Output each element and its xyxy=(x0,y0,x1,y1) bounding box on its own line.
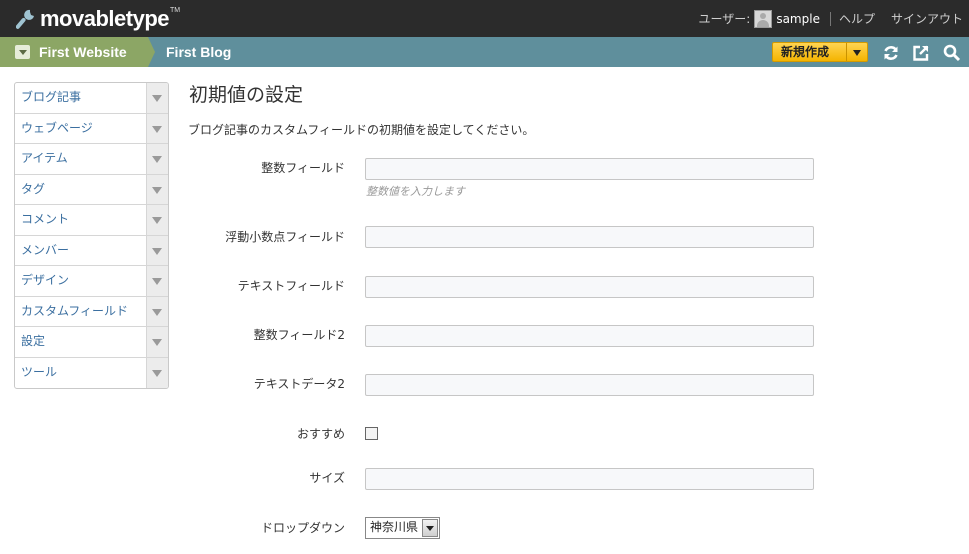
chevron-down-icon[interactable] xyxy=(146,205,168,235)
movabletype-logo[interactable]: movabletype TM xyxy=(16,5,180,33)
new-create-button[interactable]: 新規作成 xyxy=(772,42,868,62)
sidebar-item-label[interactable]: メンバー xyxy=(21,236,69,265)
top-bar: movabletype TM ユーザー: sample ヘルプ サインアウト xyxy=(0,0,969,37)
wrench-logo-icon xyxy=(16,9,34,29)
sidebar-item-label[interactable]: 設定 xyxy=(21,327,45,356)
dropdown-field-label: ドロップダウン xyxy=(260,521,345,535)
user-avatar-icon[interactable] xyxy=(754,9,773,28)
text-field-input[interactable] xyxy=(365,276,814,298)
sidebar-item-label[interactable]: ツール xyxy=(21,358,57,387)
sidebar-item-settings[interactable]: 設定 xyxy=(15,327,168,358)
dropdown-selected-value: 神奈川県 xyxy=(370,520,419,534)
integer2-field-label: 整数フィールド2 xyxy=(253,328,345,342)
signout-link[interactable]: サインアウト xyxy=(891,10,963,27)
integer-field-hint: 整数値を入力します xyxy=(366,185,465,198)
breadcrumb-arrow xyxy=(148,37,155,67)
refresh-icon[interactable] xyxy=(882,44,900,62)
size-field-label: サイズ xyxy=(309,471,345,485)
context-nav-bar: First Website First Blog 新規作成 xyxy=(0,37,969,67)
sidebar-item-comments[interactable]: コメント xyxy=(15,205,168,236)
chevron-down-icon[interactable] xyxy=(146,266,168,296)
chevron-down-icon[interactable] xyxy=(146,235,168,265)
chevron-down-icon[interactable] xyxy=(146,327,168,357)
divider xyxy=(829,11,831,26)
logo-text: movabletype xyxy=(40,6,170,31)
user-area: ユーザー: sample ヘルプ サインアウト xyxy=(699,0,963,37)
sidebar-item-label[interactable]: ブログ記事 xyxy=(21,83,81,112)
chevron-down-icon[interactable] xyxy=(422,519,438,537)
chevron-down-icon[interactable] xyxy=(146,296,168,326)
external-link-icon[interactable] xyxy=(912,44,930,62)
sidebar-item-label[interactable]: デザイン xyxy=(21,266,69,295)
sidebar-item-web-pages[interactable]: ウェブページ xyxy=(15,113,168,144)
sidebar-item-tags[interactable]: タグ xyxy=(15,174,168,205)
float-field-label: 浮動小数点フィールド xyxy=(225,230,345,244)
user-label: ユーザー: xyxy=(698,12,751,26)
help-link[interactable]: ヘルプ xyxy=(839,10,875,27)
user-name-link[interactable]: sample xyxy=(776,12,820,26)
website-name[interactable]: First Website xyxy=(39,37,127,67)
sidebar-menu: ブログ記事 ウェブページ アイテム タグ コメント メンバー デザイン カスタム… xyxy=(14,82,169,389)
page-description: ブログ記事のカスタムフィールドの初期値を設定してください。 xyxy=(188,123,535,137)
integer-field-label: 整数フィールド xyxy=(261,161,345,175)
sidebar-item-members[interactable]: メンバー xyxy=(15,235,168,266)
size-field-input[interactable] xyxy=(365,468,814,490)
sidebar-item-blog-entries[interactable]: ブログ記事 xyxy=(15,83,168,114)
sidebar-item-label[interactable]: アイテム xyxy=(21,144,68,173)
page-title: 初期値の設定 xyxy=(189,84,304,106)
recommend-field-label: おすすめ xyxy=(296,427,345,441)
sidebar-item-custom-fields[interactable]: カスタムフィールド xyxy=(15,296,168,327)
sidebar-item-tools[interactable]: ツール xyxy=(15,357,168,388)
chevron-down-icon[interactable] xyxy=(146,113,168,143)
new-create-label: 新規作成 xyxy=(781,45,830,59)
logo-trademark: TM xyxy=(170,6,181,14)
recommend-checkbox[interactable] xyxy=(365,427,378,440)
chevron-down-icon[interactable] xyxy=(146,83,168,113)
sidebar-item-design[interactable]: デザイン xyxy=(15,266,168,297)
sidebar-item-label[interactable]: ウェブページ xyxy=(21,114,93,143)
sidebar-item-items[interactable]: アイテム xyxy=(15,144,168,175)
chevron-down-icon[interactable] xyxy=(146,357,168,388)
float-field-input[interactable] xyxy=(365,226,814,248)
chevron-down-icon[interactable] xyxy=(15,45,30,59)
chevron-down-icon[interactable] xyxy=(146,144,168,174)
blog-name[interactable]: First Blog xyxy=(166,37,231,67)
integer2-field-input[interactable] xyxy=(365,325,814,347)
integer-field-input[interactable] xyxy=(365,158,814,180)
sidebar-item-label[interactable]: カスタムフィールド xyxy=(21,297,128,326)
button-divider xyxy=(846,43,847,61)
chevron-down-icon[interactable] xyxy=(146,174,168,204)
dropdown-select[interactable]: 神奈川県 xyxy=(365,517,440,539)
textdata2-field-input[interactable] xyxy=(365,374,814,396)
website-selector[interactable]: First Website xyxy=(0,37,148,67)
text-field-label: テキストフィールド xyxy=(237,279,345,293)
sidebar-item-label[interactable]: タグ xyxy=(21,175,45,204)
textdata2-field-label: テキストデータ2 xyxy=(253,377,345,391)
caret-down-icon[interactable] xyxy=(853,50,861,56)
search-icon[interactable] xyxy=(943,44,961,62)
sidebar-item-label[interactable]: コメント xyxy=(21,205,69,234)
